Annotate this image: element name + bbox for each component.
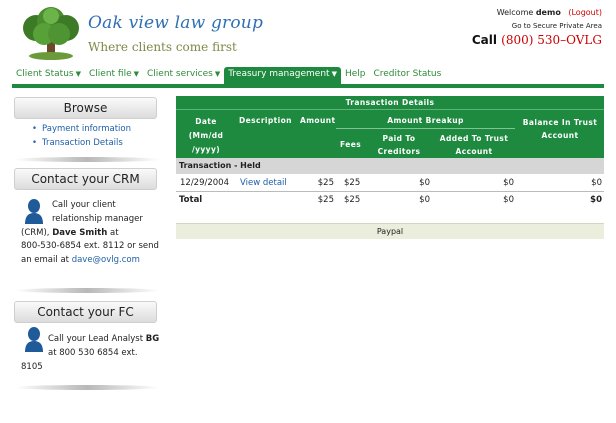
logout-link[interactable]: (Logout) [568,8,602,17]
fc-line: 8105 [21,362,43,372]
col-amount: Amount [300,116,336,125]
section-divider [14,288,160,293]
fc-name: BG [145,334,160,344]
col-date: Date (Mm/dd /yyyy) [176,115,236,157]
col-date-line: /yyyy) [191,145,221,154]
crm-heading: Contact your CRM [14,168,157,190]
nav-underline [12,84,604,88]
paypal-footer[interactable]: Paypal [176,223,604,239]
username: demo [535,8,561,17]
main-nav: Client Status ▼ Client file ▼ Client servi… [12,67,604,84]
browse-links: Payment information Transaction Details [32,123,131,150]
col-balance-line: Balance In Trust [522,118,598,127]
nav-help[interactable]: Help [341,67,370,84]
nav-client-services[interactable]: Client services ▼ [143,67,224,84]
nav-label: Treasury management [228,69,330,79]
nav-client-status[interactable]: Client Status ▼ [12,67,85,84]
view-detail-link[interactable]: View detail [240,178,287,188]
col-added-to-trust: Added To Trust Account [434,132,514,158]
chevron-down-icon: ▼ [133,70,140,78]
crm-email-link[interactable]: dave@ovlg.com [72,255,140,265]
crm-email-prefix: an email at [21,255,69,265]
payment-information-link[interactable]: Payment information [42,124,131,134]
col-balance-line: Account [541,131,579,140]
brand-name: Oak view law group [88,13,264,33]
cell-added: $0 [503,178,514,188]
phone-line: Call (800) 530–OVLG [472,33,602,47]
col-description: Description [239,116,292,125]
col-paid-line: Creditors [377,147,421,156]
chevron-down-icon: ▼ [75,70,81,78]
total-balance: $0 [590,195,602,205]
person-icon [25,327,43,352]
col-date-line: Date [195,117,217,126]
col-date-line: (Mm/dd [188,131,224,140]
total-row: Total $25 $25 $0 $0 $0 [176,191,604,207]
crm-line: (CRM), Dave Smith at [21,227,119,241]
total-amount: $25 [317,195,334,205]
table-row: 12/29/2004 View detail $25 $25 $0 $0 $0 [176,174,604,191]
fc-line: Call your Lead Analyst BG [48,333,159,347]
transaction-table: Transaction Details Date (Mm/dd /yyyy) D… [176,96,604,239]
welcome-prefix: Welcome [496,8,534,17]
section-divider [14,385,160,390]
transaction-details-link[interactable]: Transaction Details [42,138,123,148]
crm-line: Call your client [52,200,116,210]
table-header: Date (Mm/dd /yyyy) Description Amount Am… [176,110,604,158]
cell-balance: $0 [591,178,602,188]
cell-fees: $25 [344,178,361,188]
oak-tree-logo[interactable] [16,6,86,62]
crm-text-suffix: at [110,228,119,238]
page: Oak view law group Where clients come fi… [0,0,616,423]
total-paid: $0 [419,195,430,205]
welcome-message: Welcome demo (Logout) [497,8,602,17]
secure-area-link[interactable]: Go to Secure Private Area [512,22,602,30]
col-paid-to-creditors: Paid To Creditors [370,132,428,158]
total-fees: $25 [344,195,361,205]
section-label: Transaction - Held [179,161,261,170]
table-caption: Transaction Details [176,96,604,110]
col-balance-in-trust: Balance In Trust Account [516,116,604,142]
fc-heading: Contact your FC [14,301,157,323]
total-added: $0 [503,195,514,205]
browse-heading: Browse [14,97,157,119]
phone-number: (800) 530–OVLG [501,33,602,47]
section-row: Transaction - Held [176,158,604,174]
browse-item: Transaction Details [32,137,131,151]
section-divider [14,157,160,162]
cell-paid: $0 [419,178,430,188]
crm-line: 800-530-6854 ext. 8112 or send [21,241,159,251]
nav-treasury-management[interactable]: Treasury management ▼ [224,67,341,84]
browse-item: Payment information [32,123,131,137]
nav-client-file[interactable]: Client file ▼ [85,67,143,84]
chevron-down-icon: ▼ [331,70,337,78]
col-added-line: Added To Trust [439,134,509,143]
crm-name: Dave Smith [52,228,108,238]
col-paid-line: Paid To [382,134,416,143]
fc-text-prefix: Call your Lead Analyst [48,334,144,344]
col-added-line: Account [455,147,493,156]
call-label: Call [471,33,497,47]
nav-label: Client file [89,69,132,79]
crm-line: relationship manager [52,214,143,224]
person-icon [25,199,43,224]
nav-label: Creditor Status [373,69,442,79]
fc-line: at 800 530 6854 ext. [48,348,138,358]
nav-label: Client services [147,69,213,79]
nav-label: Help [344,69,366,79]
chevron-down-icon: ▼ [214,70,221,78]
nav-creditor-status[interactable]: Creditor Status [369,67,445,84]
breakup-divider [336,128,515,129]
crm-text-prefix: (CRM), [21,228,50,238]
brand-tagline: Where clients come first [88,40,237,54]
crm-line: an email at dave@ovlg.com [21,254,140,268]
cell-date: 12/29/2004 [180,178,229,188]
total-label: Total [179,195,203,205]
nav-label: Client Status [16,69,74,79]
col-amount-breakup: Amount Breakup [387,116,464,125]
cell-amount: $25 [317,178,334,188]
col-fees: Fees [340,140,362,149]
